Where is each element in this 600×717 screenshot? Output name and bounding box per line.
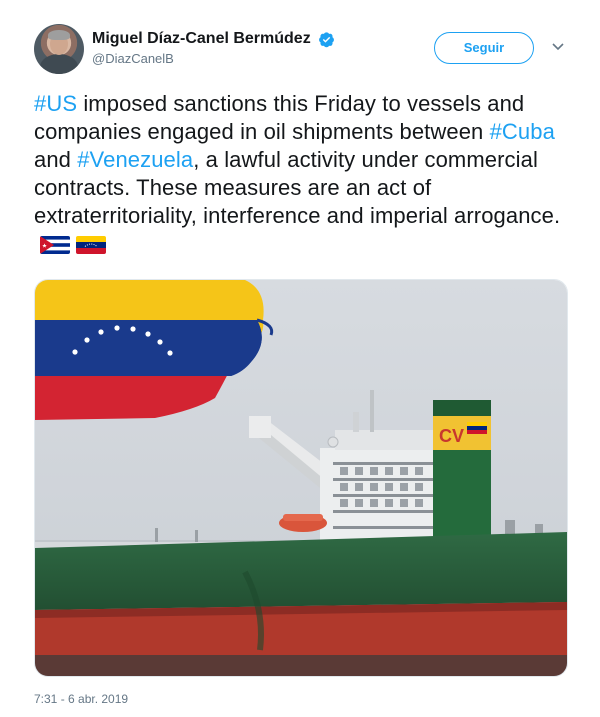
verified-badge-icon (319, 31, 335, 47)
oil-tanker-photo: CV (35, 280, 567, 676)
tweet-text: #US imposed sanctions this Friday to ves… (34, 90, 574, 258)
follow-button[interactable]: Seguir (434, 32, 534, 64)
avatar-shoulders (40, 54, 78, 74)
tweet-header: Miguel Díaz-Canel Bermúdez @DiazCanelB S… (34, 24, 574, 76)
funnel-text: CV (439, 426, 464, 446)
tweet-media-photo[interactable]: CV (34, 279, 568, 677)
author-handle[interactable]: @DiazCanelB (92, 51, 335, 66)
hashtag-link[interactable]: #Venezuela (77, 147, 193, 172)
cuba-flag-emoji (40, 236, 70, 254)
tweet-timestamp[interactable]: 7:31 - 6 abr. 2019 (34, 692, 128, 706)
chevron-down-icon[interactable] (550, 38, 566, 54)
tweet-card: Miguel Díaz-Canel Bermúdez @DiazCanelB S… (0, 0, 600, 717)
tweet-text-segment: imposed sanctions this Friday to vessels… (34, 91, 525, 144)
hashtag-link[interactable]: #Cuba (490, 119, 555, 144)
venezuela-flag-emoji (76, 236, 106, 254)
avatar-hair (48, 30, 70, 40)
author-display-name[interactable]: Miguel Díaz-Canel Bermúdez (92, 30, 311, 48)
hashtag-link[interactable]: #US (34, 91, 77, 116)
author-names: Miguel Díaz-Canel Bermúdez @DiazCanelB (92, 30, 335, 66)
avatar[interactable] (34, 24, 84, 74)
tweet-text-segment: and (34, 147, 78, 172)
